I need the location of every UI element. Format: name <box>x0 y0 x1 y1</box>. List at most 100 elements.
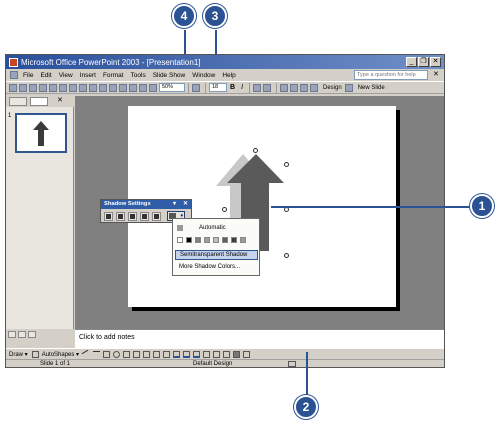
window-title: Microsoft Office PowerPoint 2003 - [Pres… <box>21 57 201 67</box>
resize-handle[interactable] <box>284 253 289 258</box>
drawing-toolbar: Draw ▾ AutoShapes ▾ <box>6 348 444 359</box>
semitransparent-shadow-option[interactable]: Semitransparent Shadow <box>175 250 258 260</box>
dash-style-icon[interactable] <box>213 350 221 358</box>
align-left-icon[interactable] <box>253 83 262 92</box>
italic-button[interactable]: I <box>241 84 243 91</box>
nudge-shadow-down-icon[interactable] <box>128 211 137 221</box>
bullets-icon[interactable] <box>290 83 299 92</box>
standard-toolbar: 50% 18 B I Design New Slide <box>6 81 444 94</box>
undo-icon[interactable] <box>99 83 107 92</box>
grid-icon[interactable] <box>139 83 147 92</box>
ask-question-input[interactable]: Type a question for help <box>354 70 428 80</box>
clip-art-icon[interactable] <box>153 350 161 358</box>
spelling-status-icon <box>288 361 296 367</box>
more-shadow-colors-option[interactable]: More Shadow Colors... <box>175 263 258 273</box>
restore-button[interactable]: ❐ <box>418 57 429 67</box>
font-color-icon[interactable] <box>193 350 201 358</box>
nudge-shadow-left-icon[interactable] <box>140 211 149 221</box>
open-icon[interactable] <box>19 83 27 92</box>
notes-placeholder: Click to add notes <box>79 334 135 341</box>
menu-slide-show[interactable]: Slide Show <box>153 72 186 79</box>
slide-show-view-button[interactable] <box>28 331 36 338</box>
picture-icon[interactable] <box>163 350 171 358</box>
notes-pane[interactable]: Click to add notes <box>75 329 444 349</box>
menu-file[interactable]: File <box>23 72 33 79</box>
new-icon[interactable] <box>9 83 17 92</box>
toolbar-options-button[interactable]: ▾ <box>173 200 176 209</box>
font-size-select[interactable]: 18 <box>209 83 227 92</box>
oval-icon[interactable] <box>113 350 121 358</box>
color-swatch[interactable] <box>186 237 192 243</box>
close-pane-button[interactable]: ✕ <box>57 97 63 105</box>
color-swatch[interactable] <box>231 237 237 243</box>
slide-sorter-view-button[interactable] <box>18 331 26 338</box>
menu-tools[interactable]: Tools <box>131 72 146 79</box>
permission-icon[interactable] <box>39 83 47 92</box>
arrow-line-icon[interactable] <box>93 350 101 358</box>
slide-thumbnail-pane: 1 <box>6 107 74 329</box>
color-swatch[interactable] <box>204 237 210 243</box>
color-swatch[interactable] <box>222 237 228 243</box>
copy-icon[interactable] <box>69 83 77 92</box>
automatic-color-option[interactable]: Automatic <box>177 223 257 233</box>
font-size-icon[interactable] <box>300 83 309 92</box>
line-style-icon[interactable] <box>203 350 211 358</box>
color-swatch[interactable] <box>195 237 201 243</box>
menu-format[interactable]: Format <box>103 72 124 79</box>
design-button[interactable]: Design <box>323 85 342 91</box>
tab-outline[interactable] <box>9 96 27 106</box>
insert-chart-icon[interactable] <box>119 83 127 92</box>
spelling-icon[interactable] <box>49 83 57 92</box>
arrow-style-icon[interactable] <box>223 350 231 358</box>
select-objects-icon[interactable] <box>31 350 39 358</box>
zoom-select[interactable]: 50% <box>159 83 185 92</box>
shadow-on-off-icon[interactable] <box>104 211 113 221</box>
help-icon[interactable] <box>192 83 200 92</box>
format-painter-icon[interactable] <box>89 83 97 92</box>
nudge-shadow-up-icon[interactable] <box>116 211 125 221</box>
nudge-shadow-right-icon[interactable] <box>152 211 161 221</box>
slide-thumbnail[interactable] <box>15 113 67 153</box>
minimize-button[interactable]: _ <box>406 57 417 67</box>
text-box-icon[interactable] <box>123 350 131 358</box>
menu-help[interactable]: Help <box>222 72 235 79</box>
normal-view-button[interactable] <box>8 331 16 338</box>
menu-edit[interactable]: Edit <box>40 72 51 79</box>
fill-color-icon[interactable] <box>173 350 181 358</box>
title-bar: Microsoft Office PowerPoint 2003 - [Pres… <box>6 55 444 69</box>
wordart-icon[interactable] <box>133 350 141 358</box>
3d-style-icon[interactable] <box>243 350 251 358</box>
color-swatch[interactable] <box>213 237 219 243</box>
shadow-color-menu: Automatic Semitransparent Shadow More Sh… <box>172 218 260 276</box>
rectangle-icon[interactable] <box>103 350 111 358</box>
diagram-icon[interactable] <box>143 350 151 358</box>
redo-icon[interactable] <box>109 83 117 92</box>
menu-window[interactable]: Window <box>192 72 215 79</box>
insert-table-icon[interactable] <box>129 83 137 92</box>
save-icon[interactable] <box>29 83 37 92</box>
expand-icon[interactable] <box>149 83 157 92</box>
close-window-button[interactable]: ✕ <box>430 57 441 67</box>
bold-button[interactable]: B <box>230 84 235 91</box>
resize-handle[interactable] <box>253 148 258 153</box>
center-icon[interactable] <box>263 83 272 92</box>
menu-insert[interactable]: Insert <box>80 72 96 79</box>
new-slide-button[interactable]: New Slide <box>358 85 385 91</box>
close-document-button[interactable]: ✕ <box>433 70 439 78</box>
resize-handle[interactable] <box>284 162 289 167</box>
tab-slides[interactable] <box>30 96 48 106</box>
draw-menu-button[interactable]: Draw ▾ <box>9 351 28 358</box>
shadow-settings-title-bar[interactable]: Shadow Settings ▾ ✕ <box>101 200 191 209</box>
cut-icon[interactable] <box>59 83 67 92</box>
resize-handle[interactable] <box>222 207 227 212</box>
numbering-icon[interactable] <box>280 83 289 92</box>
shadow-style-icon[interactable] <box>233 350 241 358</box>
close-toolbar-button[interactable]: ✕ <box>183 200 188 209</box>
line-color-icon[interactable] <box>183 350 191 358</box>
menu-view[interactable]: View <box>59 72 73 79</box>
paste-icon[interactable] <box>79 83 87 92</box>
color-swatch[interactable] <box>240 237 246 243</box>
line-icon[interactable] <box>81 349 92 359</box>
autoshapes-menu-button[interactable]: AutoShapes ▾ <box>42 351 79 358</box>
color-swatch[interactable] <box>177 237 183 243</box>
